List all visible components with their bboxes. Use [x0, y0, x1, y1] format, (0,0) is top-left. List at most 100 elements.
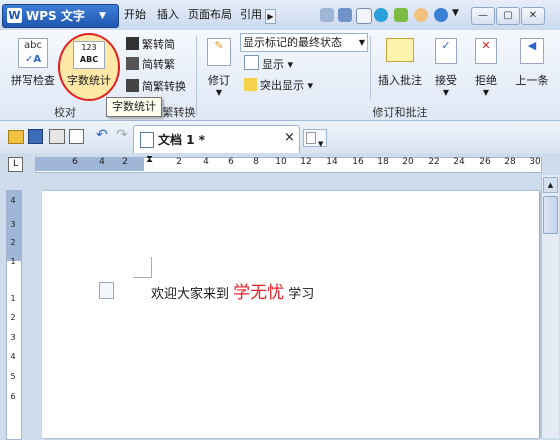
group-chinese-partial: 繁转换 — [162, 106, 196, 119]
vertical-ruler-tick-label: 1 — [10, 294, 16, 303]
spell-check-button[interactable]: abc ✓A 拼写检查 — [8, 38, 58, 90]
accept-button[interactable]: ✓ 接受 ▼ — [430, 38, 462, 97]
prev-comment-button[interactable]: ◀ 上一条 — [508, 38, 556, 88]
print-icon[interactable] — [49, 129, 65, 144]
tabs-icon[interactable] — [338, 8, 352, 22]
divider — [196, 36, 197, 116]
new-tab-button[interactable]: ▼ — [303, 129, 327, 148]
indent-marker-icon[interactable]: ⧗ — [146, 154, 153, 165]
vertical-ruler-tick-label: 2 — [10, 238, 16, 247]
highlight-button[interactable]: 突出显示 ▾ — [244, 77, 313, 95]
ruler-tick-label: 2 — [176, 157, 182, 167]
convert-icon — [126, 79, 139, 92]
close-button[interactable]: ✕ — [521, 7, 545, 25]
open-icon[interactable] — [8, 130, 24, 144]
new-document-icon — [306, 132, 316, 144]
menu-more-arrow-icon[interactable]: ▶ — [265, 9, 276, 24]
word-count-tooltip: 字数统计 — [106, 97, 162, 117]
highlight-icon — [244, 78, 257, 91]
simp-to-trad-label: 简转繁 — [142, 58, 175, 71]
menu-home[interactable]: 开始 — [124, 6, 146, 24]
markup-status-select[interactable]: 显示标记的最终状态 ▼ — [240, 33, 368, 52]
vertical-ruler-tick-label: 3 — [10, 333, 16, 342]
menu-insert[interactable]: 插入 — [157, 6, 179, 24]
menu-references[interactable]: 引用 — [240, 6, 262, 24]
wps-logo-icon: W — [7, 8, 22, 23]
ruler-tick-label: 16 — [352, 157, 364, 167]
tab-document[interactable]: 文档 1 * × — [133, 125, 300, 153]
scroll-up-arrow[interactable]: ▲ — [543, 177, 558, 193]
ruler-tick-label: 26 — [479, 157, 491, 167]
ruler-tick-label: 4 — [203, 157, 209, 167]
compass-icon[interactable] — [374, 8, 388, 22]
document-text[interactable]: 欢迎大家来到 学无忧 学习 — [151, 278, 314, 303]
word-count-icon: 123 ABC — [73, 41, 105, 69]
ruler-tick-label: 6 — [228, 157, 234, 167]
group-track-comments: 修订和批注 — [372, 106, 428, 119]
ruler-tick-label: 4 — [99, 157, 105, 167]
reject-button[interactable]: ✕ 拒绝 ▼ — [470, 38, 502, 97]
menu-page-layout[interactable]: 页面布局 — [188, 6, 232, 24]
prev-comment-icon: ◀ — [520, 38, 544, 64]
highlight-label: 突出显示 — [260, 79, 304, 92]
reject-icon: ✕ — [475, 38, 497, 64]
restore-window-icon[interactable] — [320, 8, 334, 22]
show-icon — [244, 55, 259, 70]
insert-comment-button[interactable]: 插入批注 — [376, 38, 424, 88]
text-before: 欢迎大家来到 — [151, 287, 230, 302]
trad-to-simp-label: 繁转简 — [142, 38, 175, 51]
avatar-icon[interactable] — [414, 8, 428, 22]
chevron-down-icon: ▼ — [99, 11, 106, 21]
wps-menu-button[interactable]: W WPS 文字 ▼ — [2, 4, 119, 28]
ruler-tick-label: 24 — [453, 157, 465, 167]
simp-trad-icon — [126, 57, 139, 70]
undo-icon[interactable]: ↶ — [96, 127, 108, 143]
skin-icon[interactable] — [394, 8, 408, 22]
margin-corner-mark — [133, 257, 152, 278]
scroll-thumb[interactable] — [543, 196, 558, 234]
reject-dropdown-icon: ▼ — [482, 88, 490, 97]
vertical-ruler-tick-label: 2 — [10, 313, 16, 322]
revise-icon: ✎ — [207, 38, 231, 66]
ruler-tick-label: 30 — [529, 157, 541, 167]
word-count-label: 字数统计 — [67, 74, 111, 87]
trad-simp-icon — [126, 37, 139, 50]
tab-close-icon[interactable]: × — [284, 130, 295, 145]
highlighted-text: 学无忧 — [233, 283, 285, 303]
accept-icon: ✓ — [435, 38, 457, 64]
redo-icon[interactable]: ↷ — [116, 127, 128, 143]
revise-button[interactable]: ✎ 修订 ▼ — [202, 38, 236, 97]
accept-label: 接受 — [435, 74, 457, 87]
ruler-tick-label: 14 — [326, 157, 338, 167]
reject-label: 拒绝 — [475, 74, 497, 87]
markup-status-value: 显示标记的最终状态 — [243, 36, 342, 49]
options-chevron-icon[interactable]: ▼ — [452, 8, 459, 18]
ruler-tick-label: 2 — [122, 157, 128, 167]
vertical-ruler-tick-label: 1 — [10, 257, 16, 266]
print-preview-icon[interactable] — [69, 129, 84, 144]
text-after: 学习 — [288, 287, 315, 302]
ruler-tick-label: 6 — [72, 157, 78, 167]
revise-label: 修订 — [208, 74, 230, 87]
spell-check-label: 拼写检查 — [11, 74, 55, 87]
document-icon — [140, 132, 154, 148]
convert-button[interactable]: 简繁转换 — [126, 78, 186, 96]
ruler-tick-label: 10 — [275, 157, 287, 167]
word-count-button[interactable]: 123 ABC 字数统计 — [58, 33, 120, 101]
show-label: 显示 — [262, 58, 284, 71]
simp-to-trad-button[interactable]: 简转繁 — [126, 56, 175, 74]
home-icon[interactable] — [356, 8, 372, 24]
ruler-tick-label: 20 — [402, 157, 414, 167]
ruler-tick-label: 22 — [428, 157, 440, 167]
vertical-ruler-tick-label: 6 — [10, 392, 16, 401]
document-tab-title: 文档 1 * — [158, 133, 205, 147]
show-button[interactable]: 显示 ▾ — [244, 55, 293, 73]
document-page[interactable] — [42, 191, 539, 438]
minimize-button[interactable]: — — [471, 7, 495, 25]
save-icon[interactable] — [28, 129, 43, 144]
trad-to-simp-button[interactable]: 繁转简 — [126, 36, 175, 54]
insert-comment-label: 插入批注 — [378, 74, 422, 87]
maximize-button[interactable]: ▢ — [496, 7, 520, 25]
tab-stop-selector[interactable]: L — [8, 157, 23, 172]
help-icon[interactable] — [434, 8, 448, 22]
